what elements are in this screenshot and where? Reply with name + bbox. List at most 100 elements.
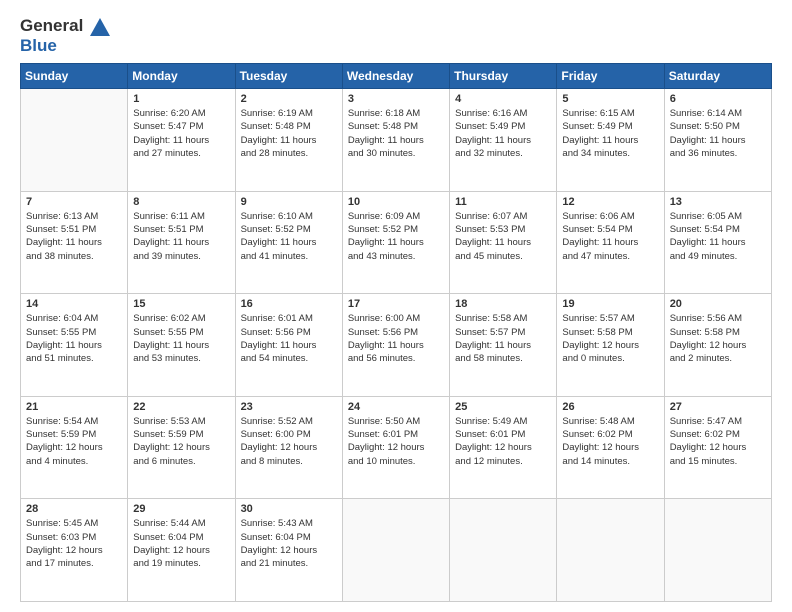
day-number: 26 [562, 401, 658, 413]
day-info: Sunrise: 5:52 AM Sunset: 6:00 PM Dayligh… [241, 415, 337, 468]
logo-icon [90, 18, 110, 36]
calendar-cell: 21Sunrise: 5:54 AM Sunset: 5:59 PM Dayli… [21, 396, 128, 499]
calendar-cell [557, 499, 664, 602]
day-header-tuesday: Tuesday [235, 64, 342, 89]
day-number: 8 [133, 196, 229, 208]
day-info: Sunrise: 6:18 AM Sunset: 5:48 PM Dayligh… [348, 107, 444, 160]
day-number: 14 [26, 298, 122, 310]
calendar-header-row: SundayMondayTuesdayWednesdayThursdayFrid… [21, 64, 772, 89]
page: General Blue SundayMondayTuesdayWednesda… [0, 0, 792, 612]
day-number: 22 [133, 401, 229, 413]
day-number: 7 [26, 196, 122, 208]
day-header-thursday: Thursday [450, 64, 557, 89]
calendar-cell: 14 Sunrise: 6:04 AM Sunset: 5:55 PM Dayli… [21, 294, 128, 397]
day-number: 12 [562, 196, 658, 208]
calendar-cell: 23 Sunrise: 5:52 AM Sunset: 6:00 PM Dayli… [235, 396, 342, 499]
day-info: Sunrise: 5:58 AM Sunset: 5:57 PM Dayligh… [455, 312, 551, 365]
header: General Blue [20, 16, 772, 55]
day-info: Sunrise: 6:14 AM Sunset: 5:50 PM Dayligh… [670, 107, 766, 160]
day-number: 15 [133, 298, 229, 310]
calendar-cell: 24 Sunrise: 5:50 AM Sunset: 6:01 PM Dayli… [342, 396, 449, 499]
calendar-cell: 8 Sunrise: 6:11 AM Sunset: 5:51 PM Daylig… [128, 191, 235, 294]
calendar-cell: 12 Sunrise: 6:06 AM Sunset: 5:54 PM Dayli… [557, 191, 664, 294]
week-row-3: 14 Sunrise: 6:04 AM Sunset: 5:55 PM Dayli… [21, 294, 772, 397]
day-info: Sunrise: 6:00 AM Sunset: 5:56 PM Dayligh… [348, 312, 444, 365]
day-info: Sunrise: 6:01 AM Sunset: 5:56 PM Dayligh… [241, 312, 337, 365]
day-info: Sunrise: 5:45 AM Sunset: 6:03 PM Dayligh… [26, 517, 122, 570]
calendar-cell: 29 Sunrise: 5:44 AM Sunset: 6:04 PM Dayli… [128, 499, 235, 602]
calendar-cell: 27 Sunrise: 5:47 AM Sunset: 6:02 PM Dayli… [664, 396, 771, 499]
calendar-cell: 15 Sunrise: 6:02 AM Sunset: 5:55 PM Dayli… [128, 294, 235, 397]
day-info: Sunrise: 6:11 AM Sunset: 5:51 PM Dayligh… [133, 210, 229, 263]
day-number: 27 [670, 401, 766, 413]
day-info: Sunrise: 6:10 AM Sunset: 5:52 PM Dayligh… [241, 210, 337, 263]
day-info: Sunrise: 5:50 AM Sunset: 6:01 PM Dayligh… [348, 415, 444, 468]
day-info: Sunrise: 5:43 AM Sunset: 6:04 PM Dayligh… [241, 517, 337, 570]
calendar-cell: 4 Sunrise: 6:16 AM Sunset: 5:49 PM Daylig… [450, 89, 557, 192]
day-info: Sunrise: 6:13 AM Sunset: 5:51 PM Dayligh… [26, 210, 122, 263]
calendar-cell: 11Sunrise: 6:07 AM Sunset: 5:53 PM Dayli… [450, 191, 557, 294]
day-number: 18 [455, 298, 551, 310]
day-number: 2 [241, 93, 337, 105]
day-number: 23 [241, 401, 337, 413]
day-info: Sunrise: 5:53 AM Sunset: 5:59 PM Dayligh… [133, 415, 229, 468]
day-number: 3 [348, 93, 444, 105]
day-number: 28 [26, 503, 122, 515]
day-number: 4 [455, 93, 551, 105]
day-info: Sunrise: 6:09 AM Sunset: 5:52 PM Dayligh… [348, 210, 444, 263]
day-number: 17 [348, 298, 444, 310]
logo: General Blue [20, 16, 110, 55]
calendar-cell: 7 Sunrise: 6:13 AM Sunset: 5:51 PM Daylig… [21, 191, 128, 294]
calendar-cell: 9 Sunrise: 6:10 AM Sunset: 5:52 PM Daylig… [235, 191, 342, 294]
day-info: Sunrise: 6:04 AM Sunset: 5:55 PM Dayligh… [26, 312, 122, 365]
day-number: 25 [455, 401, 551, 413]
day-number: 13 [670, 196, 766, 208]
calendar-table: SundayMondayTuesdayWednesdayThursdayFrid… [20, 63, 772, 602]
logo-blue: Blue [20, 36, 110, 56]
calendar-cell [21, 89, 128, 192]
calendar-cell [342, 499, 449, 602]
day-number: 29 [133, 503, 229, 515]
day-number: 10 [348, 196, 444, 208]
calendar-cell: 17 Sunrise: 6:00 AM Sunset: 5:56 PM Dayli… [342, 294, 449, 397]
day-info: Sunrise: 6:05 AM Sunset: 5:54 PM Dayligh… [670, 210, 766, 263]
day-info: Sunrise: 6:16 AM Sunset: 5:49 PM Dayligh… [455, 107, 551, 160]
day-header-wednesday: Wednesday [342, 64, 449, 89]
day-info: Sunrise: 5:48 AM Sunset: 6:02 PM Dayligh… [562, 415, 658, 468]
calendar-cell: 2Sunrise: 6:19 AM Sunset: 5:48 PM Daylig… [235, 89, 342, 192]
day-number: 30 [241, 503, 337, 515]
day-number: 1 [133, 93, 229, 105]
calendar-cell: 18 Sunrise: 5:58 AM Sunset: 5:57 PM Dayli… [450, 294, 557, 397]
week-row-4: 21Sunrise: 5:54 AM Sunset: 5:59 PM Dayli… [21, 396, 772, 499]
week-row-1: 1 Sunrise: 6:20 AM Sunset: 5:47 PM Daylig… [21, 89, 772, 192]
day-info: Sunrise: 6:15 AM Sunset: 5:49 PM Dayligh… [562, 107, 658, 160]
logo-general: General [20, 16, 83, 35]
calendar-cell: 26 Sunrise: 5:48 AM Sunset: 6:02 PM Dayli… [557, 396, 664, 499]
week-row-5: 28 Sunrise: 5:45 AM Sunset: 6:03 PM Dayli… [21, 499, 772, 602]
calendar-cell [664, 499, 771, 602]
day-info: Sunrise: 6:06 AM Sunset: 5:54 PM Dayligh… [562, 210, 658, 263]
day-info: Sunrise: 5:57 AM Sunset: 5:58 PM Dayligh… [562, 312, 658, 365]
day-number: 6 [670, 93, 766, 105]
calendar-cell: 30 Sunrise: 5:43 AM Sunset: 6:04 PM Dayli… [235, 499, 342, 602]
day-info: Sunrise: 6:20 AM Sunset: 5:47 PM Dayligh… [133, 107, 229, 160]
calendar-cell: 13 Sunrise: 6:05 AM Sunset: 5:54 PM Dayli… [664, 191, 771, 294]
calendar-cell: 19Sunrise: 5:57 AM Sunset: 5:58 PM Dayli… [557, 294, 664, 397]
day-number: 9 [241, 196, 337, 208]
calendar-cell: 16Sunrise: 6:01 AM Sunset: 5:56 PM Dayli… [235, 294, 342, 397]
calendar-cell: 6 Sunrise: 6:14 AM Sunset: 5:50 PM Daylig… [664, 89, 771, 192]
calendar-cell: 22 Sunrise: 5:53 AM Sunset: 5:59 PM Dayli… [128, 396, 235, 499]
day-info: Sunrise: 5:44 AM Sunset: 6:04 PM Dayligh… [133, 517, 229, 570]
day-info: Sunrise: 5:47 AM Sunset: 6:02 PM Dayligh… [670, 415, 766, 468]
calendar-cell: 25 Sunrise: 5:49 AM Sunset: 6:01 PM Dayli… [450, 396, 557, 499]
day-info: Sunrise: 5:49 AM Sunset: 6:01 PM Dayligh… [455, 415, 551, 468]
day-number: 11 [455, 196, 551, 208]
calendar-cell [450, 499, 557, 602]
week-row-2: 7 Sunrise: 6:13 AM Sunset: 5:51 PM Daylig… [21, 191, 772, 294]
day-header-sunday: Sunday [21, 64, 128, 89]
logo-block: General Blue [20, 16, 110, 55]
day-number: 24 [348, 401, 444, 413]
calendar-cell: 10 Sunrise: 6:09 AM Sunset: 5:52 PM Dayli… [342, 191, 449, 294]
day-info: Sunrise: 6:02 AM Sunset: 5:55 PM Dayligh… [133, 312, 229, 365]
day-number: 5 [562, 93, 658, 105]
